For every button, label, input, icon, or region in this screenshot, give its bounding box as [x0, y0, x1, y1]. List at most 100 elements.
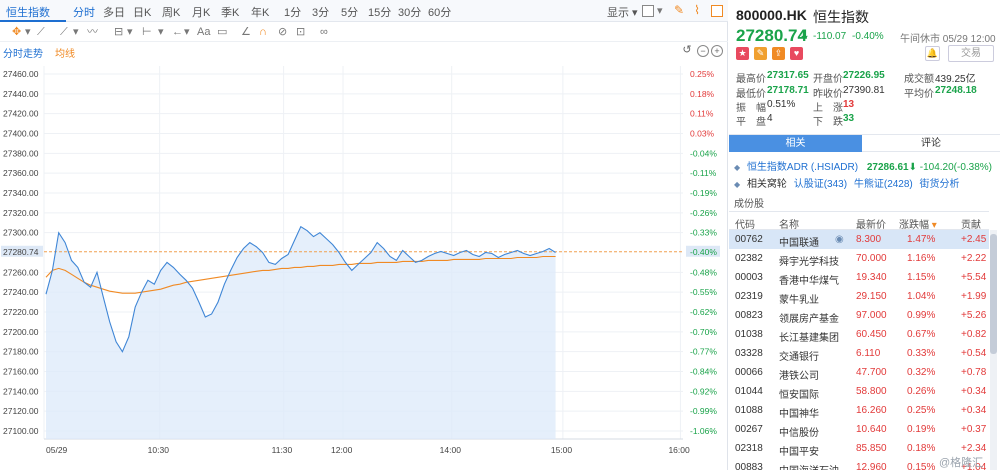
stat-value: 33 — [843, 113, 855, 124]
channel-tool-icon[interactable]: ⊟ — [114, 25, 123, 39]
price-tick-label: 27360.00 — [3, 168, 39, 178]
heart-icon[interactable]: ♥ — [790, 47, 803, 60]
tab-15min[interactable]: 15分 — [368, 4, 391, 20]
table-row[interactable]: 00066 港铁公司 47.700 0.32% +0.78 — [729, 363, 989, 382]
stat-label: 下 跌 — [813, 117, 843, 128]
table-row[interactable]: 00823 领展房产基金 97.000 0.99% +5.26 — [729, 306, 989, 325]
table-row[interactable]: 00003 香港中华煤气 19.340 1.15% +5.54 — [729, 268, 989, 287]
hide-drawings-icon[interactable]: ⊘ — [278, 25, 287, 39]
chevron-down-icon[interactable]: ▾ — [25, 25, 31, 39]
ray-tool-icon[interactable]: ⟋ — [60, 25, 68, 39]
fullscreen-icon[interactable] — [711, 5, 723, 17]
average-line-label[interactable]: 均线 — [55, 45, 75, 60]
price-tick-label: 27340.00 — [3, 188, 39, 198]
checkbox[interactable] — [642, 5, 654, 17]
tab-yearly-k[interactable]: 年K — [251, 4, 269, 20]
table-row[interactable]: 01038 长江基建集团 60.450 0.67% +0.82 — [729, 325, 989, 344]
tab-comment[interactable]: 评论 — [862, 135, 1000, 152]
angle-tool-icon[interactable]: ∠ — [241, 25, 251, 39]
cell-contribution: +0.54 — [961, 348, 987, 359]
tab-daily-k[interactable]: 日K — [133, 4, 151, 20]
chevron-down-icon[interactable]: ▾ — [73, 25, 79, 39]
table-row[interactable]: 00762 中国联通 8.300 1.47% +2.45 ◉ — [729, 230, 989, 249]
table-row[interactable]: 01088 中国神华 16.260 0.25% +0.34 — [729, 401, 989, 420]
percent-tick-label: 0.25% — [690, 69, 715, 79]
pencil-icon[interactable]: ✎ — [672, 3, 686, 17]
cell-name: 交通银行 — [779, 352, 819, 363]
tab-index-name[interactable]: 恒生指数 — [6, 4, 50, 20]
chevron-down-icon[interactable]: ▾ — [657, 4, 663, 18]
text-tool-icon[interactable]: Aa — [197, 25, 210, 39]
table-row[interactable]: 01044 恒安国际 58.800 0.26% +0.34 — [729, 382, 989, 401]
tab-3min[interactable]: 3分 — [312, 4, 329, 20]
comment-tool-icon[interactable]: ▭ — [217, 25, 227, 39]
crosshair-icon[interactable]: ✥ — [12, 25, 21, 39]
tab-quarterly-k[interactable]: 季K — [221, 4, 239, 20]
wave-tool-icon[interactable]: 〰 — [87, 25, 98, 39]
reset-icon[interactable]: ↺ — [681, 45, 693, 57]
intraday-chart[interactable]: 27460.00 27440.00 27420.00 27400.00 27380.00… — [0, 60, 728, 470]
call-warrants-link[interactable]: 认股证(343) — [794, 179, 847, 190]
table-row[interactable]: 02319 蒙牛乳业 29.150 1.04% +1.99 — [729, 287, 989, 306]
tab-60min[interactable]: 60分 — [428, 4, 451, 20]
street-analysis-link[interactable]: 街货分析 — [920, 179, 960, 190]
percent-tick-label: -0.19% — [690, 188, 717, 198]
stat-value: 27178.71 — [767, 85, 809, 96]
time-tick-label: 11:30 — [272, 445, 293, 455]
cell-change-pct: 1.15% — [907, 272, 936, 283]
percent-tick-label: -0.33% — [690, 228, 717, 238]
magnet-icon[interactable]: ∩ — [259, 25, 267, 39]
scrollbar-thumb[interactable] — [990, 234, 997, 354]
expand-icon: ◆ — [734, 163, 741, 172]
col-change-pct[interactable]: 涨跌幅 ▾ — [899, 216, 937, 231]
table-row[interactable]: 03328 交通银行 6.110 0.33% +0.54 — [729, 344, 989, 363]
stat-label: 昨收价 — [813, 89, 843, 100]
measure-tool-icon[interactable]: ⊢ — [142, 25, 152, 39]
cell-contribution: +1.99 — [961, 291, 987, 302]
bell-icon[interactable]: 🔔 — [925, 46, 940, 61]
percent-tick-label: -0.62% — [690, 307, 717, 317]
zoom-out-icon[interactable]: − — [697, 45, 709, 57]
tab-30min[interactable]: 30分 — [398, 4, 421, 20]
detail-icon[interactable]: ◉ — [835, 234, 844, 245]
tab-multiday[interactable]: 多日 — [103, 4, 125, 20]
cell-price: 29.150 — [856, 291, 887, 302]
chevron-down-icon[interactable]: ▾ — [158, 25, 164, 39]
tab-intraday[interactable]: 分时 — [73, 4, 95, 20]
price-axis: 27460.00 27440.00 27420.00 27400.00 27380.00… — [1, 69, 43, 436]
notes-icon[interactable]: ✎ — [754, 47, 767, 60]
cbbc-link[interactable]: 牛熊证(2428) — [854, 179, 913, 190]
time-tick-label: 15:00 — [551, 445, 573, 455]
tab-weekly-k[interactable]: 周K — [162, 4, 180, 20]
col-name[interactable]: 名称 — [779, 216, 799, 231]
trade-button[interactable]: 交易 — [948, 45, 994, 62]
link-icon[interactable]: ∞ — [320, 25, 328, 39]
cell-name: 中信股份 — [779, 428, 819, 439]
line-tool-icon[interactable]: ⟋ — [37, 25, 45, 39]
percent-axis: 0.25% 0.18% 0.11% 0.03% -0.04% -0.11% -0.19% -0… — [686, 69, 720, 436]
percent-tick-label: 0.18% — [690, 89, 715, 99]
cell-change-pct: 0.33% — [907, 348, 936, 359]
zoom-in-icon[interactable]: + — [711, 45, 723, 57]
display-dropdown[interactable]: 显示 ▾ — [607, 4, 638, 20]
adr-row[interactable]: ◆ 恒生指数ADR (.HSIADR) 27286.61⬇ -104.20(-0… — [734, 158, 992, 173]
star-icon[interactable]: ★ — [736, 47, 749, 60]
tab-related[interactable]: 相关 — [729, 135, 862, 152]
col-code[interactable]: 代码 — [735, 216, 755, 231]
intraday-trend-label[interactable]: 分时走势 — [3, 45, 43, 60]
share-icon[interactable]: ⇪ — [772, 47, 785, 60]
tab-5min[interactable]: 5分 — [341, 4, 358, 20]
table-row[interactable]: 02382 舜宇光学科技 70.000 1.16% +2.22 — [729, 249, 989, 268]
col-price[interactable]: 最新价 — [856, 216, 886, 231]
delete-drawings-icon[interactable]: ⊡ — [296, 25, 305, 39]
brush-icon[interactable]: ⌇ — [690, 3, 704, 17]
tab-monthly-k[interactable]: 月K — [192, 4, 210, 20]
chevron-down-icon[interactable]: ▾ — [127, 25, 133, 39]
chevron-down-icon[interactable]: ▾ — [184, 25, 190, 39]
table-row[interactable]: 00267 中信股份 10.640 0.19% +0.37 — [729, 420, 989, 439]
vertical-scrollbar[interactable] — [990, 230, 997, 470]
tab-1min[interactable]: 1分 — [284, 4, 301, 20]
col-contribution[interactable]: 贡献 — [961, 216, 981, 231]
down-arrow-icon: ⬇ — [799, 27, 810, 42]
arrow-tool-icon[interactable]: ← — [172, 25, 183, 39]
